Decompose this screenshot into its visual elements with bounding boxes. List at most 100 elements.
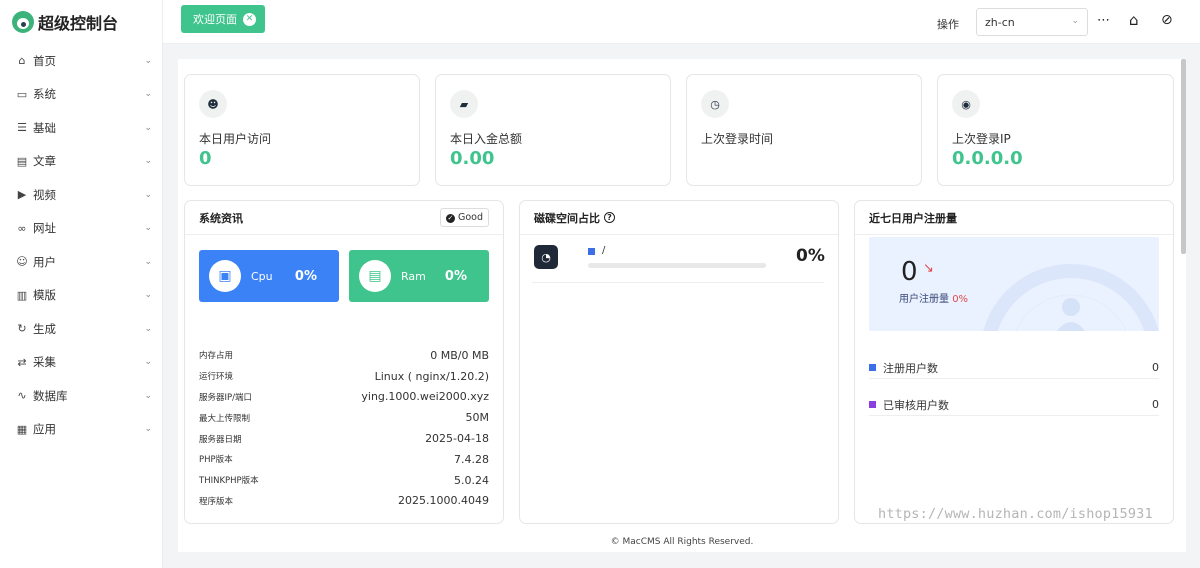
template-icon: ▥ — [16, 288, 28, 302]
chevron-down-icon: ⌄ — [144, 390, 152, 401]
card-header: 磁碟空间占比 ? — [520, 201, 838, 235]
sidebar-item[interactable]: ▥ 模版 ⌄ — [0, 279, 162, 313]
operate-label[interactable]: 操作 — [937, 16, 959, 32]
home-icon[interactable]: ⌂ — [1129, 11, 1139, 29]
stat-title: 上次登录IP — [952, 132, 1011, 146]
monitor-icon: ▭ — [16, 87, 28, 101]
status-badge-label: Good — [457, 212, 483, 223]
sidebar-item-label: 视频 — [33, 187, 56, 202]
close-icon[interactable]: ✕ — [243, 12, 256, 26]
location-icon: ◉ — [952, 90, 980, 118]
stat-value: 0 — [199, 148, 212, 169]
card-header: 系统资讯 ✓ Good — [185, 201, 503, 235]
gauge-icon: ◔ — [534, 245, 558, 269]
sidebar-item-label: 首页 — [33, 53, 56, 68]
check-icon: ✓ — [445, 214, 455, 223]
sidebar: 超级控制台 ⌂ 首页 ⌄ ▭ 系统 ⌄ ☰ 基础 ⌄ ▤ 文章 ⌄ ▶ 视频 ⌄ ∞ 网址 ⌄ ☺ 用户 ⌄ ▥ 模版 ⌄ ↻ 生… — [0, 0, 163, 568]
user-icon: ☺ — [16, 255, 28, 269]
disk-usage-card: 磁碟空间占比 ? ◔ / 0% — [519, 200, 839, 524]
stat-card-last-login-time: ◷ 上次登录时间 — [686, 74, 922, 186]
stat-title: 本日入金总额 — [450, 132, 523, 146]
chevron-down-icon: ⌄ — [1071, 16, 1079, 26]
info-key: PHP版本 — [199, 455, 233, 466]
info-key: 服务器IP/端口 — [199, 392, 252, 403]
sidebar-item[interactable]: ▭ 系统 ⌄ — [0, 78, 162, 112]
system-info-card: 系统资讯 ✓ Good ▣ Cpu 0% ▤ Ram 0% 内存占用 0 MB/0 … — [184, 200, 504, 524]
chevron-down-icon: ⌄ — [144, 55, 152, 66]
info-key: THINKPHP版本 — [199, 476, 259, 487]
disk-path: / — [602, 245, 606, 256]
language-select[interactable]: zh-cn ⌄ — [976, 8, 1088, 36]
chevron-down-icon: ⌄ — [144, 89, 152, 100]
main-content: ☻ 本日用户访问 0 ▰ 本日入金总额 0.00 ◷ 上次登录时间 ◉ 上次登录… — [178, 59, 1186, 552]
theme-icon[interactable]: ⊘ — [1161, 12, 1173, 28]
info-value: 0 MB/0 MB — [430, 348, 489, 362]
info-key: 程序版本 — [199, 496, 234, 507]
sidebar-item[interactable]: ☰ 基础 ⌄ — [0, 111, 162, 145]
info-row: 最大上传限制 50M — [199, 407, 489, 428]
sidebar-item[interactable]: ⇄ 采集 ⌄ — [0, 346, 162, 380]
document-icon: ▤ — [16, 154, 28, 168]
logo-icon — [12, 11, 34, 33]
ram-meter: ▤ Ram 0% — [349, 250, 489, 302]
card-title: 近七日用户注册量 — [869, 211, 957, 225]
app-title: 超级控制台 — [38, 14, 119, 33]
more-icon[interactable]: ⋯ — [1097, 13, 1110, 28]
generate-icon: ↻ — [17, 322, 27, 336]
sidebar-nav: ⌂ 首页 ⌄ ▭ 系统 ⌄ ☰ 基础 ⌄ ▤ 文章 ⌄ ▶ 视频 ⌄ ∞ 网址 ⌄ ☺ 用户 ⌄ ▥ 模版 ⌄ ↻ 生成 ⌄ ⇄ 采集 ⌄… — [0, 44, 162, 446]
chevron-down-icon: ⌄ — [144, 290, 152, 301]
status-badge: ✓ Good — [439, 208, 489, 227]
memory-icon: ▤ — [359, 260, 391, 292]
ram-label: Ram — [401, 269, 426, 283]
sidebar-item-label: 基础 — [33, 120, 56, 135]
sidebar-item[interactable]: ▤ 文章 ⌄ — [0, 145, 162, 179]
sidebar-item[interactable]: ▶ 视频 ⌄ — [0, 178, 162, 212]
sidebar-item[interactable]: ⌂ 首页 ⌄ — [0, 44, 162, 78]
info-key: 服务器日期 — [199, 434, 242, 445]
help-icon[interactable]: ? — [604, 212, 615, 223]
legend-label: 已审核用户数 — [883, 398, 949, 412]
info-value: Linux ( nginx/1.20.2) — [374, 369, 489, 383]
registration-percent: 0% — [952, 294, 969, 305]
stat-value: 0.0.0.0 — [952, 148, 1023, 169]
sidebar-item[interactable]: ↻ 生成 ⌄ — [0, 312, 162, 346]
info-value: 5.0.24 — [454, 473, 489, 487]
sidebar-item[interactable]: ∞ 网址 ⌄ — [0, 212, 162, 246]
stat-title: 本日用户访问 — [199, 132, 272, 146]
chevron-down-icon: ⌄ — [144, 189, 152, 200]
chevron-down-icon: ⌄ — [144, 424, 152, 435]
chevron-down-icon: ⌄ — [144, 122, 152, 133]
topbar: 欢迎页面 ✕ 操作 zh-cn ⌄ ⋯ ⌂ ⊘ — [163, 0, 1200, 44]
info-row: THINKPHP版本 5.0.24 — [199, 470, 489, 491]
info-key: 内存占用 — [199, 351, 234, 362]
stat-title: 上次登录时间 — [701, 132, 774, 146]
chevron-down-icon: ⌄ — [144, 223, 152, 234]
tab-welcome[interactable]: 欢迎页面 ✕ — [181, 5, 265, 33]
tab-label: 欢迎页面 — [193, 13, 237, 26]
info-value: 2025.1000.4049 — [398, 494, 489, 508]
stat-card-last-login-ip: ◉ 上次登录IP 0.0.0.0 — [937, 74, 1174, 186]
card-header: 近七日用户注册量 — [855, 201, 1173, 235]
stat-value: 0.00 — [450, 148, 495, 169]
list-icon: ☰ — [17, 121, 27, 135]
wallet-icon: ▰ — [450, 90, 478, 118]
sidebar-item[interactable]: ▦ 应用 ⌄ — [0, 413, 162, 447]
sidebar-item[interactable]: ☺ 用户 ⌄ — [0, 245, 162, 279]
logo[interactable]: 超级控制台 — [0, 0, 162, 44]
chevron-down-icon: ⌄ — [144, 357, 152, 368]
sidebar-item[interactable]: ∿ 数据库 ⌄ — [0, 379, 162, 413]
registration-summary: 0 ↘ 用户注册量 0% — [869, 237, 1159, 331]
language-value: zh-cn — [985, 16, 1015, 29]
stat-card-deposits: ▰ 本日入金总额 0.00 — [435, 74, 671, 186]
trend-down-icon: ↘ — [923, 261, 934, 276]
chevron-down-icon: ⌄ — [144, 256, 152, 267]
sidebar-item-label: 应用 — [33, 422, 56, 437]
info-row: 服务器IP/端口 ying.1000.wei2000.xyz — [199, 387, 489, 408]
info-row: 内存占用 0 MB/0 MB — [199, 345, 489, 366]
user-icon: ☻ — [199, 90, 227, 118]
legend-swatch — [869, 364, 876, 371]
disk-legend-swatch — [588, 248, 595, 255]
scrollbar[interactable] — [1181, 59, 1186, 254]
footer: © MacCMS All Rights Reserved. — [610, 537, 754, 547]
apps-icon: ▦ — [16, 422, 28, 436]
